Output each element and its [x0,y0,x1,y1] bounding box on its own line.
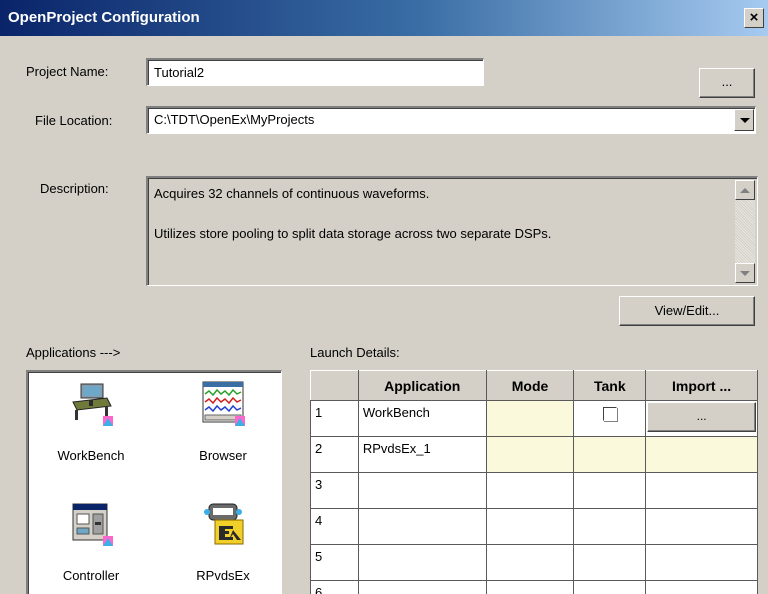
file-location-dropdown[interactable]: C:\TDT\OpenEx\MyProjects [146,106,756,134]
application-cell[interactable] [357,472,487,509]
close-icon: × [749,9,759,26]
import-cell[interactable] [645,436,758,473]
row-number: 4 [310,508,359,545]
scroll-up-icon[interactable] [735,180,755,200]
view-edit-button[interactable]: View/Edit... [619,296,755,326]
file-location-value: C:\TDT\OpenEx\MyProjects [154,112,315,127]
table-row: 3 [310,472,758,509]
app-label-rpvdsex: RPvdsEx [196,568,250,583]
app-item-workbench[interactable]: WorkBench [36,380,146,476]
import-cell: ... [645,400,758,437]
browser-icon [202,381,245,426]
description-line-2: Utilizes store pooling to split data sto… [154,226,552,241]
tank-cell [573,400,647,437]
column-header-application[interactable]: Application [357,370,487,401]
applications-list: WorkBench Browser Controller RPvdsEx [26,370,282,594]
import-button[interactable]: ... [647,402,756,432]
applications-label: Applications ---> [26,345,121,360]
browse-button[interactable]: ... [699,68,755,98]
table-header-row: Application Mode Tank Import ... [310,370,758,401]
row-number-header [310,370,359,401]
table-row: 2 RPvdsEx_1 [310,436,758,473]
project-name-label: Project Name: [26,64,109,79]
close-button[interactable]: × [744,8,764,28]
application-cell[interactable] [357,508,487,545]
description-scrollbar[interactable] [735,180,755,283]
description-text-area[interactable]: Acquires 32 channels of continuous wavef… [146,176,758,286]
workbench-icon [72,383,113,426]
file-location-label: File Location: [35,113,113,128]
title-bar: OpenProject Configuration × [0,0,768,36]
app-item-controller[interactable]: Controller [36,500,146,594]
project-name-input[interactable] [146,58,484,86]
tank-cell[interactable] [573,436,647,473]
import-cell[interactable] [645,472,758,509]
table-row: 5 [310,544,758,581]
description-label: Description: [40,181,109,196]
controller-icon [72,503,113,546]
description-line-1: Acquires 32 channels of continuous wavef… [154,186,430,201]
mode-cell[interactable] [485,544,575,581]
mode-cell[interactable] [485,508,575,545]
scroll-down-icon[interactable] [735,263,755,283]
application-cell[interactable]: RPvdsEx_1 [357,436,487,473]
table-row: 4 [310,508,758,545]
mode-cell[interactable] [485,436,575,473]
row-number: 1 [310,400,359,437]
launch-details-label: Launch Details: [310,345,400,360]
row-number: 3 [310,472,359,509]
row-number: 5 [310,544,359,581]
tank-cell[interactable] [573,580,647,594]
column-header-mode[interactable]: Mode [485,370,575,401]
rpvdsex-icon [204,503,244,545]
launch-details-table: Application Mode Tank Import ... 1 WorkB… [310,370,760,594]
column-header-tank[interactable]: Tank [573,370,647,401]
tank-cell[interactable] [573,508,647,545]
table-row: 1 WorkBench ... [310,400,758,437]
tank-checkbox[interactable] [602,407,617,421]
row-number: 2 [310,436,359,473]
column-header-import[interactable]: Import ... [645,370,758,401]
application-cell[interactable] [357,544,487,581]
tank-cell[interactable] [573,544,647,581]
import-cell[interactable] [645,508,758,545]
table-row: 6 [310,580,758,594]
application-cell[interactable] [357,580,487,594]
import-cell[interactable] [645,580,758,594]
app-label-workbench: WorkBench [57,448,125,463]
import-cell[interactable] [645,544,758,581]
app-item-browser[interactable]: Browser [168,380,278,476]
app-item-rpvdsex[interactable]: RPvdsEx [168,500,278,594]
app-label-controller: Controller [62,568,120,583]
window-title: OpenProject Configuration [8,9,200,26]
mode-cell[interactable] [485,580,575,594]
app-label-browser: Browser [199,448,247,463]
row-number: 6 [310,580,359,594]
mode-cell[interactable] [485,472,575,509]
application-cell[interactable]: WorkBench [357,400,487,437]
mode-cell[interactable] [485,400,575,437]
tank-cell[interactable] [573,472,647,509]
dropdown-arrow-icon[interactable] [734,109,754,131]
